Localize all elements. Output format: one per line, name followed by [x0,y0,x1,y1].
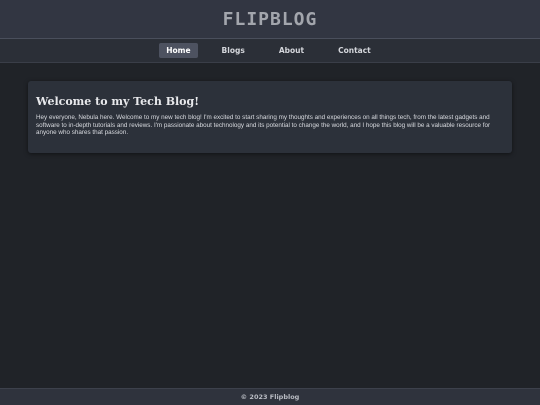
welcome-body: Hey everyone, Nebula here. Welcome to my… [36,114,491,137]
site-logo[interactable]: FLIPBLOG [223,9,318,30]
site-header: FLIPBLOG [0,0,540,39]
nav-blogs-link[interactable]: Blogs [215,43,252,58]
nav-contact-link[interactable]: Contact [331,43,378,58]
nav-about-link[interactable]: About [272,43,311,58]
nav-home-link[interactable]: Home [159,43,198,58]
site-footer: © 2023 Flipblog [0,388,540,405]
copyright-text: © 2023 Flipblog [240,393,300,401]
main-nav: Home Blogs About Contact [0,39,540,63]
welcome-title: Welcome to my Tech Blog! [36,95,200,108]
page: FLIPBLOG Home Blogs About Contact Welcom… [0,0,540,405]
welcome-card: Welcome to my Tech Blog! Hey everyone, N… [28,81,512,153]
